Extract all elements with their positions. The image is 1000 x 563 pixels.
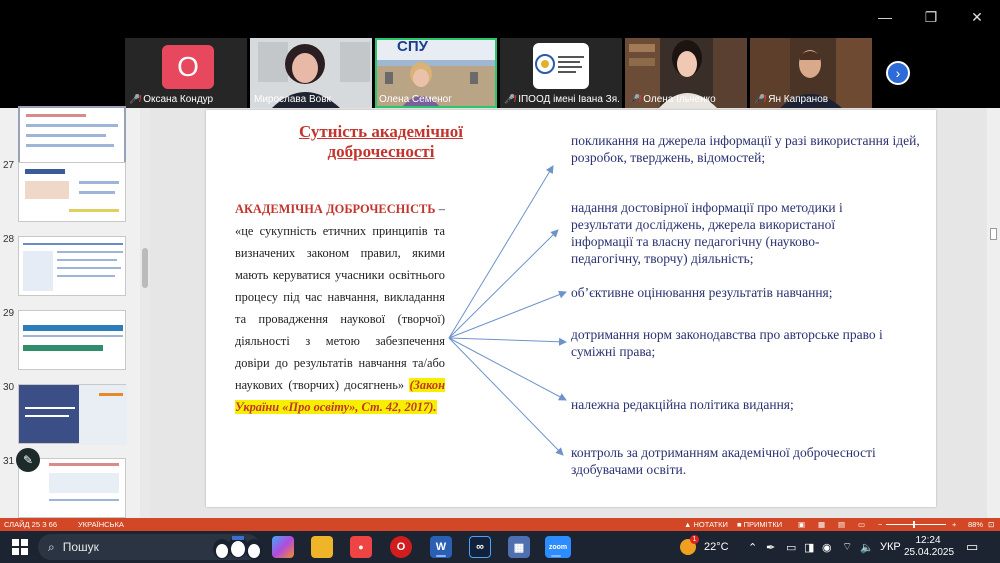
slide-thumbnail[interactable]: 30	[0, 382, 140, 445]
zoom-app-icon[interactable]: zoom	[545, 536, 571, 558]
thumbnail-preview	[18, 106, 126, 166]
copilot-icon[interactable]	[272, 536, 294, 558]
mic-off-icon: 🎤̸	[504, 94, 516, 104]
slide-sorter-icon[interactable]: ▦	[818, 520, 825, 529]
weather-alert-badge: 1	[690, 535, 699, 544]
participant-name: 🎤̸ ІПООД імені Івана Зя...	[504, 94, 620, 105]
zoom-out-icon[interactable]: −	[878, 520, 882, 529]
principle-item-4: дотримання норм законодавства про авторс…	[571, 327, 883, 359]
slide-thumbnail[interactable]: 29	[0, 308, 140, 370]
arrow-3	[448, 290, 567, 339]
next-participants-button[interactable]: ›	[886, 61, 910, 85]
arrow-2	[448, 229, 559, 339]
pen-icon[interactable]: ✒	[766, 531, 775, 563]
participant-tile[interactable]: O 🎤̸ Оксана Кондур	[125, 38, 247, 108]
calculator-icon[interactable]: ▦	[508, 536, 530, 558]
comments-button[interactable]: ■ ПРИМІТКИ	[737, 520, 782, 529]
university-logo: СПУ	[397, 38, 428, 55]
participant-tile[interactable]: 🎤̸ Ян Капранов	[750, 38, 872, 108]
thumbnail-preview	[18, 236, 126, 296]
search-input: Пошук	[62, 540, 99, 554]
arrow-6	[448, 337, 564, 456]
edit-pencil-button[interactable]: ✎	[16, 448, 40, 472]
principle-item-5: належна редакційна політика видання;	[571, 397, 794, 412]
participant-strip: O 🎤̸ Оксана Кондур Мирослава Вовк СПУ Ол…	[125, 38, 875, 108]
reading-view-icon[interactable]: ▤	[838, 520, 845, 529]
principle-item-6: контроль за дотриманням академічної добр…	[571, 445, 876, 477]
participant-tile-active[interactable]: СПУ Олена Семеног	[375, 38, 497, 108]
zoom-workplace-icon[interactable]: ∞	[469, 536, 491, 558]
zoom-in-icon[interactable]: +	[952, 520, 956, 529]
fit-slide-icon[interactable]: ⊡	[988, 520, 994, 529]
participant-tile[interactable]: Мирослава Вовк	[250, 38, 372, 108]
restore-icon[interactable]: ❐	[908, 0, 954, 34]
principle-item-3: об’єктивне оцінювання результатів навчан…	[571, 285, 833, 300]
mic-off-icon: 🎤̸	[754, 94, 766, 104]
close-icon[interactable]: ✕	[954, 0, 1000, 34]
notifications-icon[interactable]: ▭	[966, 531, 978, 563]
notes-button[interactable]: ▲ НОТАТКИ	[684, 520, 728, 529]
participant-name: 🎤̸ Оксана Кондур	[129, 94, 214, 105]
participant-name: 🎤̸ Ян Капранов	[754, 94, 829, 105]
arrow-5	[448, 337, 567, 401]
weather-widget[interactable]: 1 22°C	[680, 531, 729, 563]
mic-off-icon: 🎤̸	[629, 94, 641, 104]
word-icon[interactable]: W	[430, 536, 452, 558]
file-explorer-icon[interactable]	[311, 536, 333, 558]
slide-canvas: Сутність академічної доброчесності АКАДЕ…	[151, 108, 987, 518]
zoom-level[interactable]: 88%	[968, 520, 983, 529]
slide-thumbnails-panel: 27 28 29 30 31 ✎	[0, 106, 150, 518]
principle-item-2: надання достовірної інформації про метод…	[571, 200, 843, 266]
principle-item-1: покликання на джерела інформації у разі …	[571, 133, 920, 165]
chrome-icon[interactable]: ●	[350, 536, 372, 558]
screen: — ❐ ✕ O 🎤̸ Оксана Кондур Мирослава Вовк	[0, 0, 1000, 563]
participant-name: Олена Семеног	[379, 94, 452, 105]
status-bar: СЛАЙД 25 З 66 УКРАЇНСЬКА ▲ НОТАТКИ ■ ПРИ…	[0, 518, 1000, 531]
windows-start-icon[interactable]	[12, 539, 28, 555]
thumbnail-preview	[18, 384, 127, 445]
participant-tile[interactable]: 🎤̸ ІПООД імені Івана Зя...	[500, 38, 622, 108]
presentation-window: 27 28 29 30 31 ✎ Сутність академічної до…	[0, 106, 1000, 518]
slide-thumbnail[interactable]: 28	[0, 234, 140, 296]
arrow-1	[448, 165, 554, 339]
display-icon[interactable]: ▭	[786, 531, 796, 563]
penguins-icon	[213, 536, 263, 559]
window-controls: — ❐ ✕	[862, 0, 1000, 34]
normal-view-icon[interactable]: ▣	[798, 520, 805, 529]
slide: Сутність академічної доброчесності АКАДЕ…	[206, 110, 936, 507]
participant-name: Мирослава Вовк	[254, 94, 331, 105]
opera-icon[interactable]: O	[390, 536, 412, 558]
chevron-up-icon[interactable]: ⌃	[748, 531, 757, 563]
avatar: O	[162, 45, 214, 89]
system-clock[interactable]: 12:24 25.04.2025	[904, 535, 954, 559]
thumbnail-preview	[18, 162, 126, 222]
slide-counter: СЛАЙД 25 З 66	[4, 520, 58, 529]
participant-name: 🎤̸ Олена Ільченко	[629, 94, 716, 105]
arrow-4	[448, 337, 567, 346]
camera-icon[interactable]: ◉	[822, 531, 832, 563]
slide-scrollbar[interactable]	[987, 108, 1000, 518]
search-icon: ⌕	[48, 539, 55, 554]
zoom-slider[interactable]	[886, 524, 946, 525]
slideshow-icon[interactable]: ▭	[858, 520, 865, 529]
keyboard-language[interactable]: УКР	[880, 531, 901, 563]
participant-tile[interactable]: 🎤̸ Олена Ільченко	[625, 38, 747, 108]
zoom-slider-handle[interactable]	[913, 521, 915, 528]
volume-icon[interactable]: 🔈	[860, 531, 874, 563]
minimize-icon[interactable]: —	[862, 0, 908, 34]
slide-thumbnail[interactable]: 27	[0, 160, 140, 222]
language-indicator[interactable]: УКРАЇНСЬКА	[78, 520, 124, 529]
slide-thumbnail[interactable]	[0, 104, 140, 166]
meet-icon[interactable]: ◨	[804, 531, 814, 563]
taskbar: ⌕ Пошук ● O W ∞ ▦ zoom 1 22°C ⌃ ✒ ▭ ◨ ◉ …	[0, 531, 1000, 563]
thumbnail-preview	[18, 310, 126, 370]
taskbar-search[interactable]: ⌕ Пошук	[38, 534, 263, 560]
thumbnail-scrollbar[interactable]	[140, 108, 150, 518]
wifi-icon[interactable]: ⌔	[842, 531, 852, 563]
